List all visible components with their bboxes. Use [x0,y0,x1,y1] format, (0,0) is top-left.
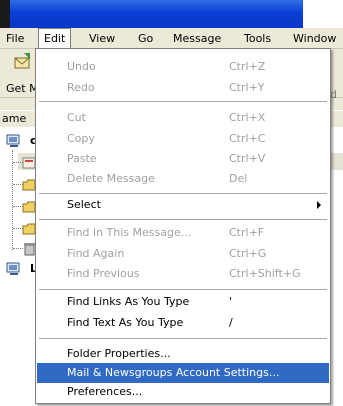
menu-separator [39,193,327,194]
menu-item-shortcut: Ctrl+X [229,111,266,124]
menu-item-shortcut: Ctrl+Shift+G [229,267,301,280]
local-folders-icon [6,262,20,275]
menu-item-label: Find Links As You Type [67,295,190,308]
menu-item-find-again[interactable]: Find Again Ctrl+G [37,244,329,264]
menu-separator [39,101,327,102]
menu-separator [39,219,327,220]
menu-item-find-text[interactable]: Find Text As You Type / [37,313,329,333]
menu-item-shortcut: Ctrl+Z [229,60,266,73]
menu-item-copy[interactable]: Copy Ctrl+C [37,129,329,149]
menu-message[interactable]: Message [172,31,222,46]
menu-item-delete-message[interactable]: Delete Message Del [37,169,329,189]
menu-item-shortcut: Ctrl+F [229,226,265,239]
menu-item-label: Delete Message [67,172,155,185]
menu-item-find-previous[interactable]: Find Previous Ctrl+Shift+G [37,264,329,284]
menu-item-find-in-message[interactable]: Find in This Message... Ctrl+F [37,223,329,243]
menu-item-account-settings[interactable]: Mail & Newsgroups Account Settings... [37,363,329,383]
get-mail-icon[interactable] [14,52,32,70]
menu-item-shortcut: Ctrl+Y [229,81,265,94]
title-bar [0,0,343,28]
menu-edit[interactable]: Edit [38,28,72,48]
menu-item-label: Find in This Message... [67,226,192,239]
get-mail-label[interactable]: Get M [6,82,39,95]
menu-file[interactable]: File [5,31,25,46]
menu-item-label: Find Previous [67,267,140,280]
menu-window[interactable]: Window [292,31,337,46]
menu-item-cut[interactable]: Cut Ctrl+X [37,108,329,128]
menu-item-find-links[interactable]: Find Links As You Type ' [37,292,329,312]
menu-item-label: Find Again [67,247,125,260]
menu-separator [39,289,327,290]
menu-item-label: Select [67,198,101,211]
menu-item-paste[interactable]: Paste Ctrl+V [37,149,329,169]
menu-bar: File Edit View Go Message Tools Window [0,28,343,49]
menu-item-folder-properties[interactable]: Folder Properties... [37,344,329,364]
tree-connector [12,150,13,250]
menu-item-label: Paste [67,152,97,165]
menu-separator [39,338,327,339]
title-bar-left-edge [0,0,10,28]
menu-item-shortcut: Del [229,172,248,185]
menu-item-undo[interactable]: Undo Ctrl+Z [37,57,329,77]
menu-go[interactable]: Go [137,31,154,46]
menu-item-label: Find Text As You Type [67,316,184,329]
menu-item-redo[interactable]: Redo Ctrl+Y [37,78,329,98]
column-header-label: ame [2,112,27,125]
menu-item-shortcut: / [229,316,233,329]
menu-item-label: Folder Properties... [67,347,171,360]
menu-item-shortcut: Ctrl+G [229,247,267,260]
edit-menu-dropdown: Undo Ctrl+Z Redo Ctrl+Y Cut Ctrl+X Copy … [35,48,331,404]
menu-tools[interactable]: Tools [243,31,272,46]
menu-item-preferences[interactable]: Preferences... [37,382,329,402]
account-icon [6,134,20,147]
menu-item-label: Mail & Newsgroups Account Settings... [67,366,280,379]
menu-item-shortcut: Ctrl+C [229,132,266,145]
menu-item-label: Undo [67,60,96,73]
menu-item-label: Redo [67,81,95,94]
toolbar-right-label: d [330,88,337,101]
menu-item-label: Copy [67,132,95,145]
menu-view[interactable]: View [88,31,116,46]
menu-item-label: Cut [67,111,86,124]
menu-item-shortcut: ' [229,295,233,308]
menu-item-shortcut: Ctrl+V [229,152,266,165]
menu-item-label: Preferences... [67,385,143,398]
submenu-arrow-icon [317,201,321,209]
title-bar-right-edge [303,0,343,28]
menu-item-select[interactable]: Select [37,195,329,215]
